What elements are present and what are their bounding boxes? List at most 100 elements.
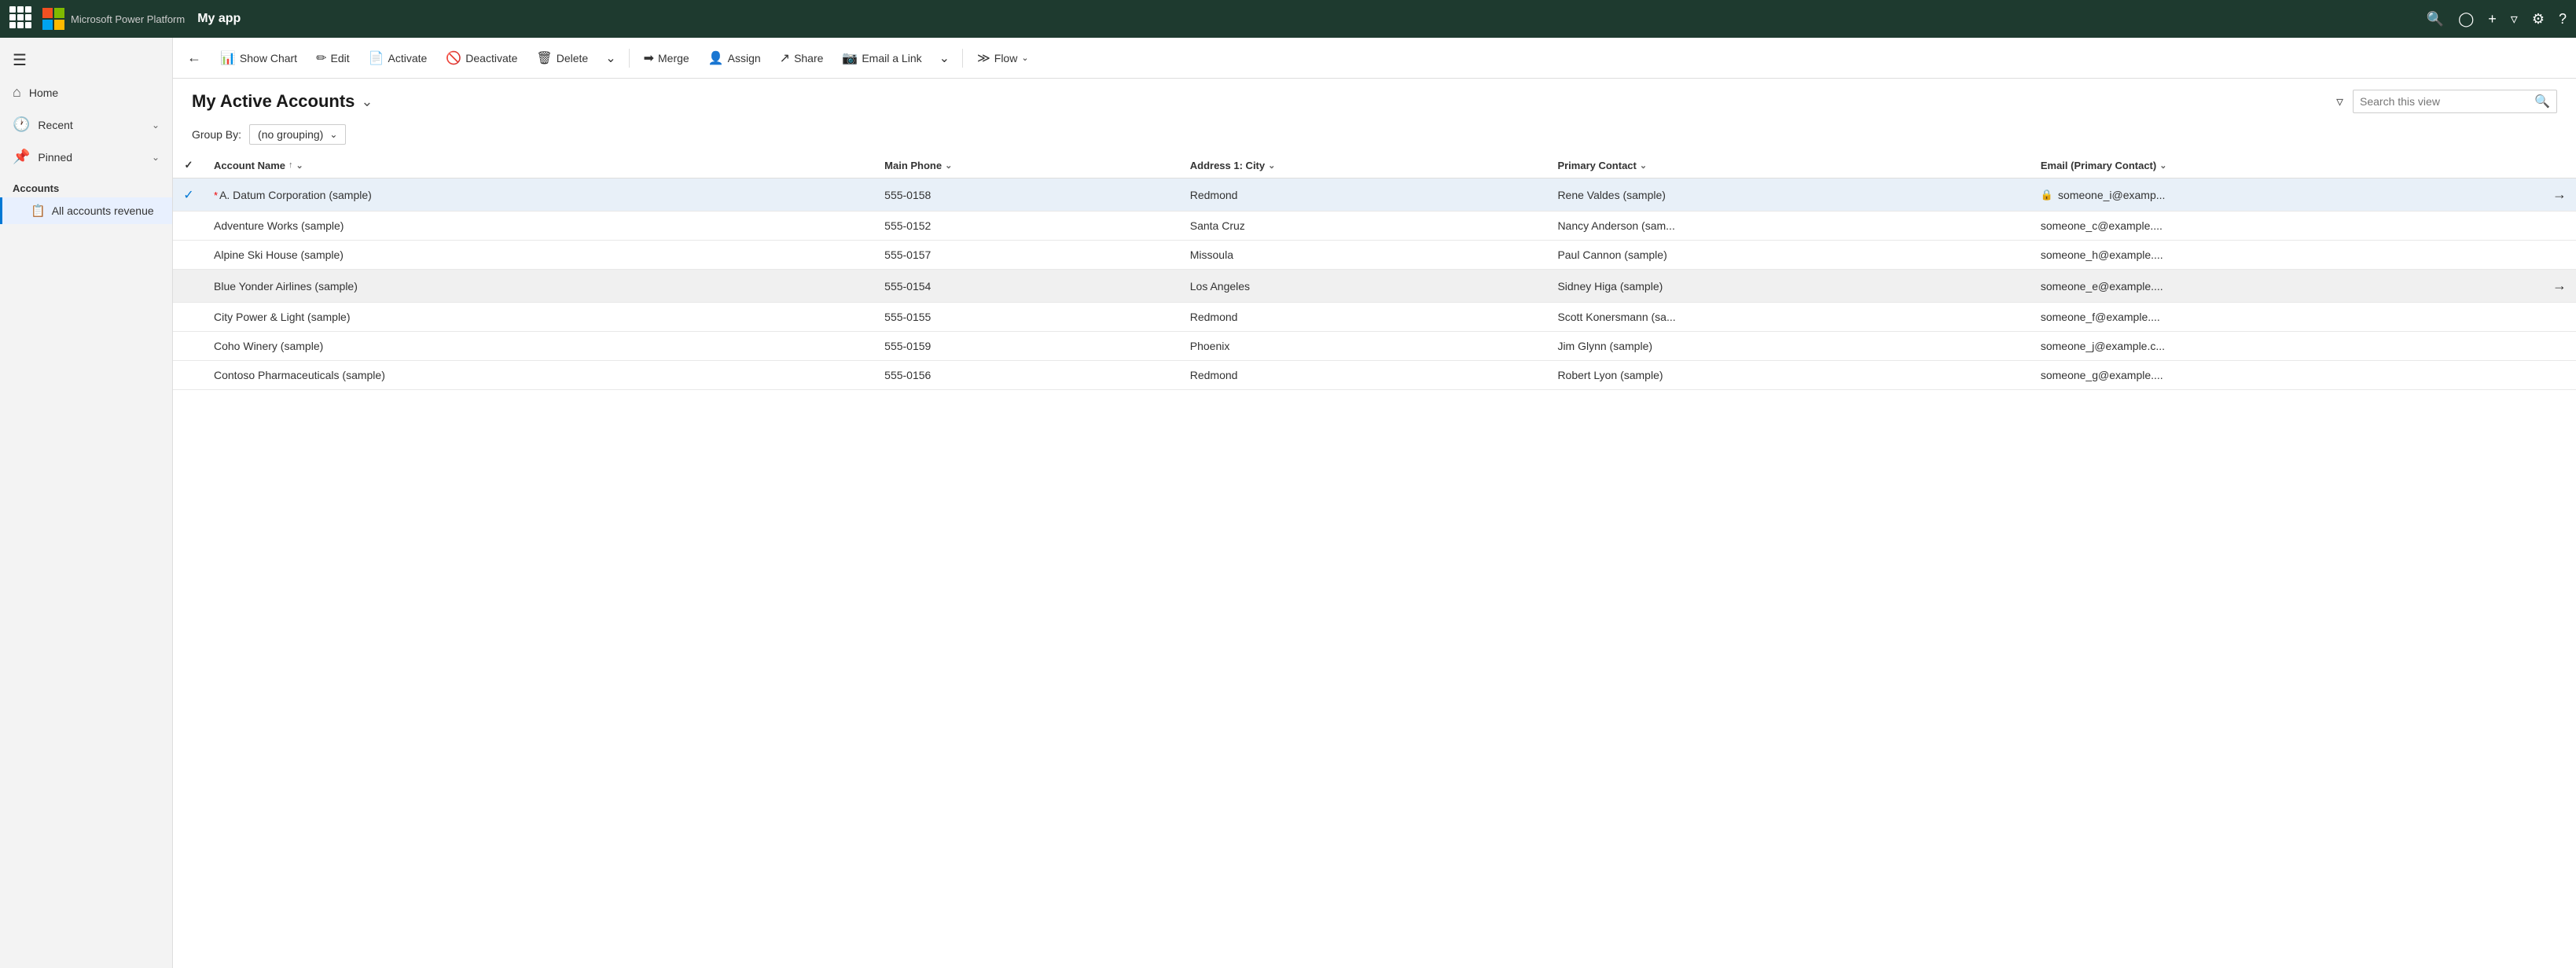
row-nav-arrow-icon[interactable]: → — [2552, 278, 2567, 294]
row-check-cell[interactable] — [173, 332, 204, 361]
edit-icon: ✏ — [316, 50, 326, 66]
col-header-check[interactable]: ✓ — [173, 153, 204, 179]
circle-arrow-icon[interactable]: ◯ — [2458, 11, 2474, 28]
view-title-chevron-icon[interactable]: ⌄ — [361, 94, 373, 110]
row-account-name[interactable]: Contoso Pharmaceuticals (sample) — [204, 361, 875, 390]
row-nav-arrow-cell[interactable]: → — [2543, 270, 2576, 303]
sidebar-home-label: Home — [29, 86, 58, 99]
waffle-icon[interactable] — [9, 6, 35, 31]
sidebar-item-home[interactable]: ⌂ Home — [0, 76, 172, 109]
search-input[interactable] — [2360, 95, 2530, 108]
row-email[interactable]: someone_h@example.... — [2031, 241, 2543, 270]
row-check-cell[interactable] — [173, 361, 204, 390]
row-nav-arrow-cell[interactable] — [2543, 332, 2576, 361]
row-nav-arrow-cell[interactable] — [2543, 303, 2576, 332]
row-nav-arrow-cell[interactable]: → — [2543, 179, 2576, 212]
view-filter-icon[interactable]: ▿ — [2333, 90, 2346, 113]
merge-button[interactable]: ➡ Merge — [636, 46, 697, 71]
row-primary-contact[interactable]: Paul Cannon (sample) — [1548, 241, 2030, 270]
row-account-name[interactable]: Coho Winery (sample) — [204, 332, 875, 361]
col-header-email[interactable]: Email (Primary Contact) ⌄ — [2031, 153, 2543, 179]
row-check-cell[interactable] — [173, 212, 204, 241]
row-check-cell[interactable] — [173, 303, 204, 332]
row-primary-contact[interactable]: Sidney Higa (sample) — [1548, 270, 2030, 303]
settings-icon[interactable]: ⚙ — [2532, 11, 2545, 28]
sidebar: ☰ ⌂ Home 🕐 Recent ⌄ 📌 Pinned ⌄ Accounts … — [0, 38, 173, 968]
row-email[interactable]: 🔒someone_i@examp... — [2031, 179, 2543, 212]
table-row[interactable]: Blue Yonder Airlines (sample)555-0154Los… — [173, 270, 2576, 303]
row-email[interactable]: someone_f@example.... — [2031, 303, 2543, 332]
ms-logo — [42, 8, 64, 30]
sort-asc-icon: ↑ — [288, 160, 293, 170]
row-check-cell[interactable] — [173, 270, 204, 303]
sidebar-item-recent[interactable]: 🕐 Recent ⌄ — [0, 109, 172, 141]
col-filter-icon-0[interactable]: ⌄ — [296, 160, 303, 171]
col-header-primary-contact[interactable]: Primary Contact ⌄ — [1548, 153, 2030, 179]
help-icon[interactable]: ? — [2559, 11, 2567, 28]
row-primary-contact[interactable]: Robert Lyon (sample) — [1548, 361, 2030, 390]
col-filter-icon-3[interactable]: ⌄ — [1640, 160, 1647, 171]
row-email[interactable]: someone_e@example.... — [2031, 270, 2543, 303]
edit-button[interactable]: ✏ Edit — [308, 46, 358, 71]
row-nav-arrow-cell[interactable] — [2543, 361, 2576, 390]
table-row[interactable]: City Power & Light (sample)555-0155Redmo… — [173, 303, 2576, 332]
row-check-cell[interactable] — [173, 241, 204, 270]
row-main-phone: 555-0152 — [875, 212, 1181, 241]
search-box: 🔍 — [2353, 90, 2557, 113]
group-by-select[interactable]: (no grouping) ⌄ — [249, 124, 346, 145]
row-primary-contact[interactable]: Nancy Anderson (sam... — [1548, 212, 2030, 241]
row-nav-arrow-cell[interactable] — [2543, 241, 2576, 270]
flow-button[interactable]: ≫ Flow ⌄ — [969, 46, 1037, 71]
row-check-cell[interactable]: ✓ — [173, 179, 204, 212]
col-filter-icon-4[interactable]: ⌄ — [2159, 160, 2166, 171]
table-row[interactable]: ✓*A. Datum Corporation (sample)555-0158R… — [173, 179, 2576, 212]
view-header-right: ▿ 🔍 — [2333, 90, 2557, 113]
col-header-main-phone[interactable]: Main Phone ⌄ — [875, 153, 1181, 179]
home-icon: ⌂ — [13, 84, 21, 101]
filter-icon[interactable]: ▿ — [2511, 11, 2518, 28]
plus-icon[interactable]: + — [2488, 11, 2497, 28]
row-account-name[interactable]: City Power & Light (sample) — [204, 303, 875, 332]
more-commands-button[interactable]: ⌄ — [599, 46, 622, 71]
email-link-button[interactable]: 📷 Email a Link — [834, 46, 929, 71]
row-primary-contact[interactable]: Scott Konersmann (sa... — [1548, 303, 2030, 332]
share-button[interactable]: ↗ Share — [772, 46, 832, 71]
activate-icon: 📄 — [369, 50, 384, 66]
row-primary-contact[interactable]: Jim Glynn (sample) — [1548, 332, 2030, 361]
col-filter-icon-2[interactable]: ⌄ — [1268, 160, 1275, 171]
assign-button[interactable]: 👤 Assign — [700, 46, 769, 71]
row-account-name[interactable]: *A. Datum Corporation (sample) — [204, 179, 875, 212]
row-email[interactable]: someone_j@example.c... — [2031, 332, 2543, 361]
search-icon[interactable]: 🔍 — [2427, 11, 2444, 28]
table-row[interactable]: Coho Winery (sample)555-0159PhoenixJim G… — [173, 332, 2576, 361]
row-account-name[interactable]: Blue Yonder Airlines (sample) — [204, 270, 875, 303]
sidebar-recent-label: Recent — [38, 119, 72, 131]
back-button[interactable]: ← — [179, 45, 209, 71]
table-row[interactable]: Adventure Works (sample)555-0152Santa Cr… — [173, 212, 2576, 241]
sidebar-item-pinned[interactable]: 📌 Pinned ⌄ — [0, 141, 172, 173]
row-email[interactable]: someone_g@example.... — [2031, 361, 2543, 390]
col-header-city[interactable]: Address 1: City ⌄ — [1181, 153, 1549, 179]
row-account-name[interactable]: Adventure Works (sample) — [204, 212, 875, 241]
app-name: My app — [197, 12, 241, 26]
delete-button[interactable]: 🗑 Delete — [528, 46, 596, 71]
col-header-account-name[interactable]: Account Name ↑ ⌄ — [204, 153, 875, 179]
row-email[interactable]: someone_c@example.... — [2031, 212, 2543, 241]
activate-button[interactable]: 📄 Activate — [361, 46, 435, 71]
row-account-name[interactable]: Alpine Ski House (sample) — [204, 241, 875, 270]
lock-icon: 🔒 — [2041, 189, 2053, 201]
row-nav-arrow-cell[interactable] — [2543, 212, 2576, 241]
share-icon: ↗ — [780, 50, 790, 66]
row-nav-arrow-icon[interactable]: → — [2552, 186, 2567, 203]
more-email-button[interactable]: ⌄ — [933, 46, 956, 71]
row-primary-contact[interactable]: Rene Valdes (sample) — [1548, 179, 2030, 212]
sidebar-item-all-accounts[interactable]: 📋 All accounts revenue — [0, 197, 172, 224]
table-row[interactable]: Contoso Pharmaceuticals (sample)555-0156… — [173, 361, 2576, 390]
search-icon-inline: 🔍 — [2534, 94, 2550, 109]
table-row[interactable]: Alpine Ski House (sample)555-0157Missoul… — [173, 241, 2576, 270]
deactivate-button[interactable]: 🚫 Deactivate — [438, 46, 525, 71]
hamburger-button[interactable]: ☰ — [0, 44, 172, 76]
group-by-label: Group By: — [192, 128, 241, 141]
col-filter-icon-1[interactable]: ⌄ — [945, 160, 952, 171]
show-chart-button[interactable]: 📊 Show Chart — [212, 46, 305, 71]
